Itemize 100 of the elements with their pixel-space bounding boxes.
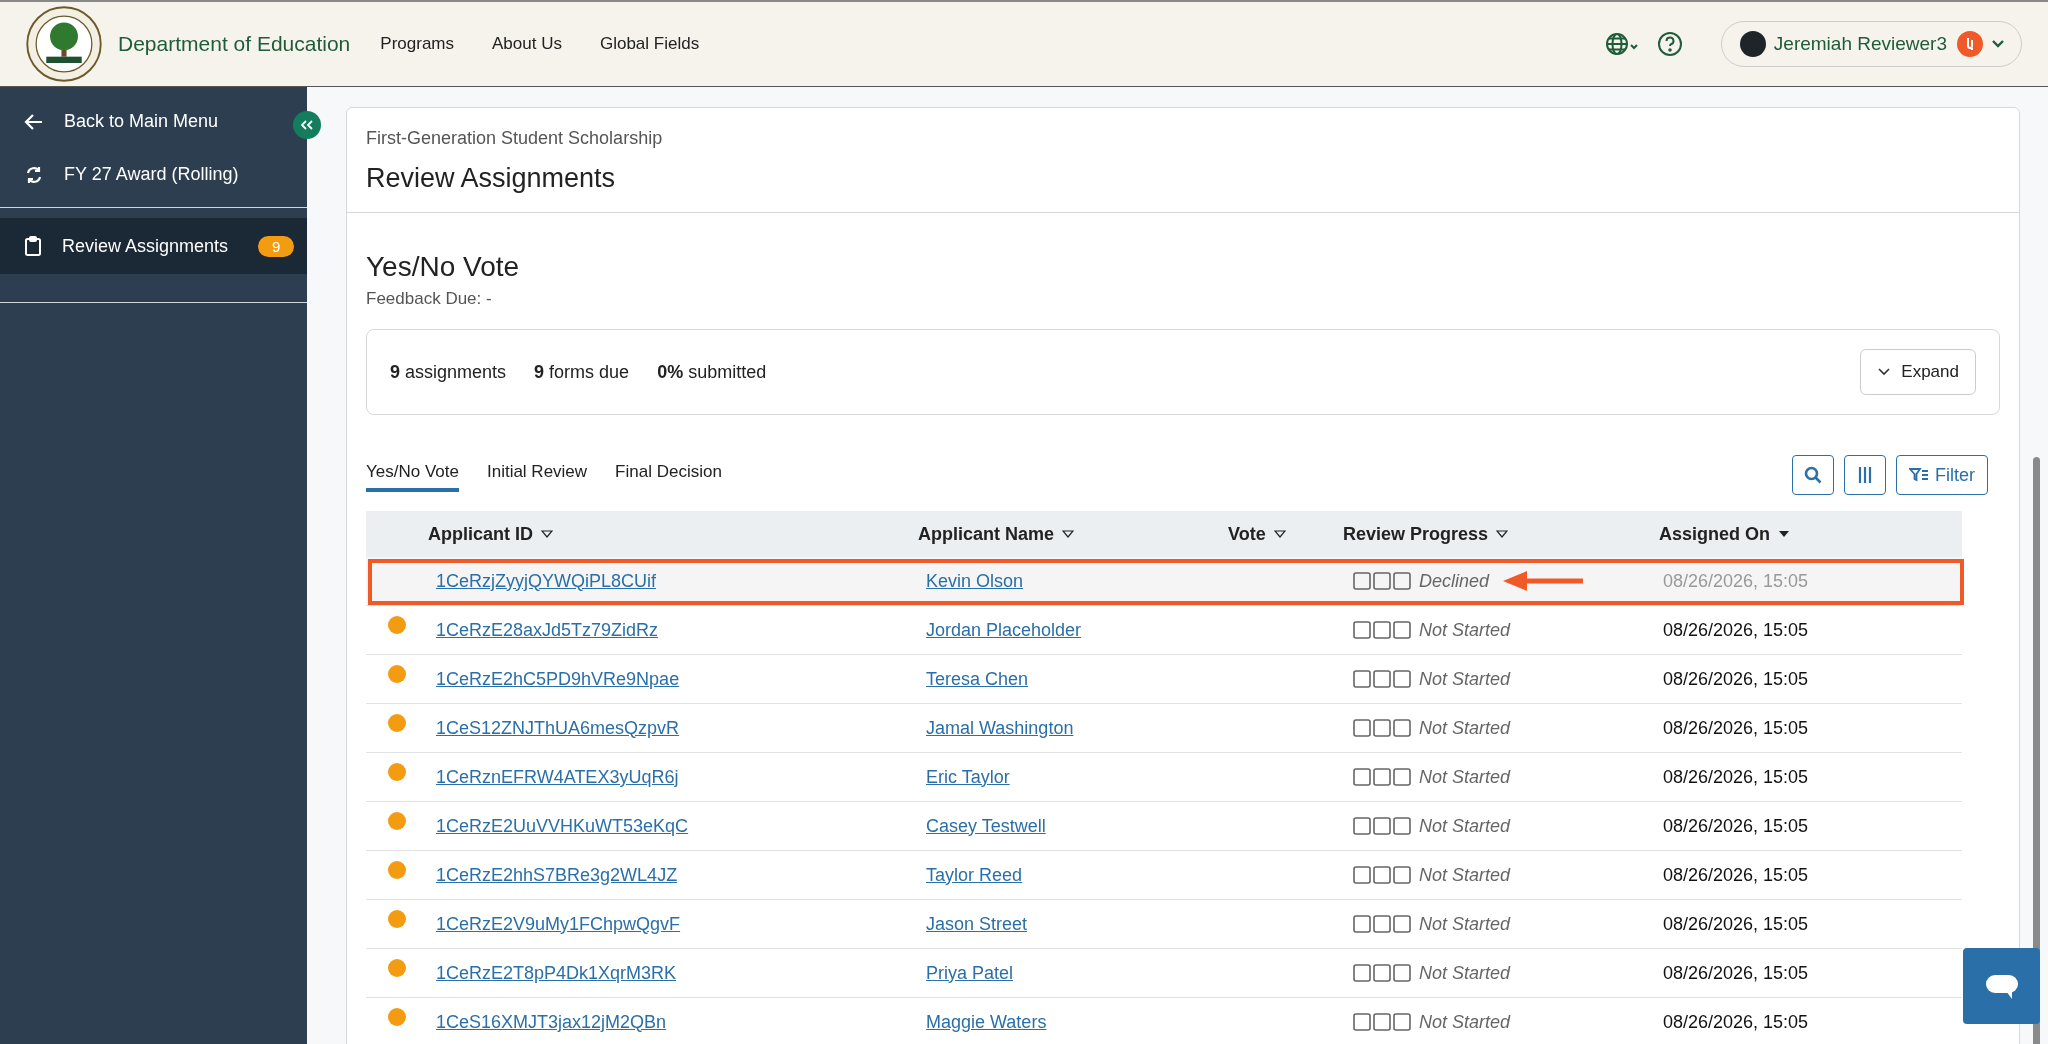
tab[interactable]: Yes/No Vote	[366, 458, 459, 492]
sort-icon[interactable]	[1062, 530, 1075, 538]
sort-icon[interactable]	[1496, 530, 1509, 538]
progress-steps-icon	[1353, 915, 1411, 933]
column-header[interactable]: Applicant ID	[428, 523, 533, 545]
applicant-name-link[interactable]: Maggie Waters	[926, 1011, 1047, 1032]
program-name: First-Generation Student Scholarship	[366, 128, 664, 149]
filter-icon	[1909, 467, 1929, 483]
double-chevron-left-icon	[301, 120, 313, 130]
progress-steps-icon	[1353, 964, 1411, 982]
sidebar-item[interactable]: Back to Main Menu	[0, 95, 285, 148]
applicant-name-link[interactable]: Teresa Chen	[926, 668, 1029, 689]
date-text: 08/26/2026, 15:05	[1663, 570, 1810, 592]
applicant-id-link[interactable]: 1CeRzE2hhS7BRe3g2WL4JZ	[436, 864, 678, 885]
collapse-button[interactable]	[293, 111, 321, 139]
columns-icon	[1858, 466, 1872, 484]
chat-button[interactable]	[1963, 948, 2040, 1024]
column-header[interactable]: Review Progress	[1343, 523, 1489, 545]
sort-icon[interactable]	[541, 530, 553, 538]
search-icon	[1804, 466, 1822, 484]
applicant-id-link[interactable]: 1CeRznEFRW4ATEX3yUqR6j	[436, 766, 679, 787]
column-header[interactable]: Assigned On	[1659, 523, 1770, 545]
nav-link[interactable]: Global Fields	[599, 34, 700, 54]
date-text: 08/26/2026, 15:05	[1663, 1011, 1810, 1033]
stat-text: 9 forms due	[534, 361, 630, 383]
applicant-name-link[interactable]: Casey Testwell	[926, 815, 1046, 836]
status-text: Not Started	[1419, 766, 1511, 788]
date-text: 08/26/2026, 15:05	[1663, 619, 1810, 641]
table-row[interactable]: 1CeRznEFRW4ATEX3yUqR6j Eric Taylor Not Started 08/26/2026, 15:05	[366, 753, 1962, 802]
date-text: 08/26/2026, 15:05	[1663, 962, 1810, 984]
applicant-name-link[interactable]: Jason Street	[926, 913, 1028, 934]
nav-link[interactable]: About Us	[492, 34, 562, 54]
progress-steps-icon	[1353, 670, 1411, 688]
status-text: Not Started	[1419, 1011, 1511, 1033]
applicant-id-link[interactable]: 1CeRzE2T8pP4Dk1XqrM3RK	[436, 962, 677, 983]
applicant-name-link[interactable]: Eric Taylor	[926, 766, 1010, 787]
chevron-down-icon	[1877, 367, 1892, 377]
status-text: Not Started	[1419, 913, 1511, 935]
date-text: 08/26/2026, 15:05	[1663, 766, 1810, 788]
columns-button[interactable]	[1844, 455, 1886, 495]
count-badge: 9	[258, 235, 295, 257]
sidebar-item[interactable]: FY 27 Award (Rolling)	[0, 148, 285, 201]
filter-button[interactable]: Filter	[1896, 455, 1988, 495]
status-text: Not Started	[1419, 864, 1511, 886]
clipboard-icon	[24, 236, 42, 256]
progress-steps-icon	[1353, 768, 1411, 786]
applicant-name-link[interactable]: Priya Patel	[926, 962, 1014, 983]
date-text: 08/26/2026, 15:05	[1663, 913, 1810, 935]
language-button[interactable]	[1604, 32, 1639, 56]
applicant-id-link[interactable]: 1CeRzE2hC5PD9hVRe9Npae	[436, 668, 680, 689]
organization-name: Department of Education	[118, 32, 351, 56]
date-text: 08/26/2026, 15:05	[1663, 668, 1810, 690]
progress-steps-icon	[1353, 1013, 1411, 1031]
nav-link[interactable]: Programs	[380, 34, 454, 54]
help-icon[interactable]	[1656, 31, 1683, 57]
applicant-id-link[interactable]: 1CeS16XMJT3jax12jM2QBn	[436, 1011, 667, 1032]
sidebar-item[interactable]: Review Assignments 9	[0, 218, 307, 274]
applicant-name-link[interactable]: Jordan Placeholder	[926, 619, 1082, 640]
tab[interactable]: Initial Review	[486, 458, 588, 492]
stage-title: Yes/No Vote	[366, 251, 521, 283]
search-button[interactable]	[1792, 455, 1834, 495]
link-icon	[1957, 31, 1983, 57]
avatar-icon	[1739, 31, 1766, 57]
progress-steps-icon	[1353, 866, 1411, 884]
table-row[interactable]: 1CeS12ZNJThUA6mesQzpvR Jamal Washington Not Started 08/26/2026, 15:05	[366, 704, 1962, 753]
table-row[interactable]: 1CeRzE2hhS7BRe3g2WL4JZ Taylor Reed Not Started 08/26/2026, 15:05	[366, 851, 1962, 900]
chevron-down-icon	[1991, 39, 2005, 49]
stat-text: 9 assignments	[390, 361, 507, 383]
applicant-id-link[interactable]: 1CeS12ZNJThUA6mesQzpvR	[436, 717, 680, 738]
applicant-id-link[interactable]: 1CeRzE2UuVVHKuWT53eKqC	[436, 815, 689, 836]
table-row[interactable]: 1CeRzE2hC5PD9hVRe9Npae Teresa Chen Not Started 08/26/2026, 15:05	[366, 655, 1962, 704]
table-row[interactable]: 1CeRzE2T8pP4Dk1XqrM3RK Priya Patel Not Started 08/26/2026, 15:05	[366, 949, 1962, 998]
applicant-name-link[interactable]: Taylor Reed	[926, 864, 1023, 885]
applicant-name-link[interactable]: Kevin Olson	[926, 570, 1024, 591]
date-text: 08/26/2026, 15:05	[1663, 815, 1810, 837]
sort-icon[interactable]	[1273, 530, 1286, 538]
applicant-id-link[interactable]: 1CeRzE2V9uMy1FChpwQgvF	[436, 913, 681, 934]
expand-button[interactable]: Expand	[1860, 349, 1976, 395]
table-row[interactable]: 1CeS16XMJT3jax12jM2QBn Maggie Waters Not Started 08/26/2026, 15:05	[366, 998, 1962, 1044]
column-header[interactable]: Vote	[1228, 523, 1266, 545]
arrow-left-icon	[24, 112, 44, 131]
page-title: Review Assignments	[366, 163, 617, 194]
table-row[interactable]: 1CeRzE28axJd5Tz79ZidRz Jordan Placeholder Not Started 08/26/2026, 15:05	[366, 606, 1962, 655]
status-text: Declined	[1419, 570, 1490, 592]
date-text: 08/26/2026, 15:05	[1663, 717, 1810, 739]
column-header[interactable]: Applicant Name	[918, 523, 1055, 545]
tab[interactable]: Final Decision	[615, 458, 722, 492]
date-text: 08/26/2026, 15:05	[1663, 864, 1810, 886]
status-text: Not Started	[1419, 717, 1511, 739]
table-row[interactable]: 1CeRzE2V9uMy1FChpwQgvF Jason Street Not Started 08/26/2026, 15:05	[366, 900, 1962, 949]
table-row[interactable]: 1CeRzE2UuVVHKuWT53eKqC Casey Testwell Not Started 08/26/2026, 15:05	[366, 802, 1962, 851]
progress-steps-icon	[1353, 572, 1411, 590]
progress-steps-icon	[1353, 719, 1411, 737]
applicant-name-link[interactable]: Jamal Washington	[926, 717, 1074, 738]
sort-desc-icon[interactable]	[1778, 530, 1790, 538]
table-row[interactable]: 1CeRzjZyyjQYWQiPL8CUif Kevin Olson Declined 08/26/2026, 15:05	[366, 557, 1962, 606]
status-text: Not Started	[1419, 815, 1511, 837]
applicant-id-link[interactable]: 1CeRzjZyyjQYWQiPL8CUif	[436, 570, 657, 591]
status-text: Not Started	[1419, 962, 1511, 984]
applicant-id-link[interactable]: 1CeRzE28axJd5Tz79ZidRz	[436, 619, 659, 640]
